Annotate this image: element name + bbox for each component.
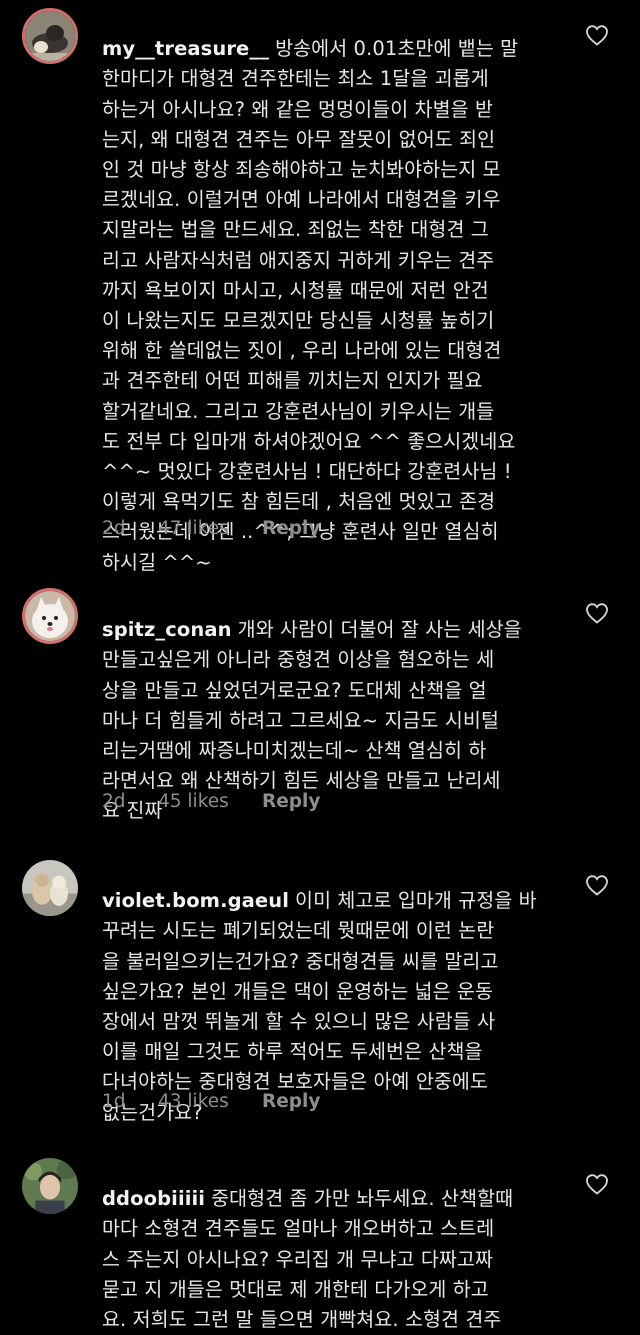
- avatar-dog-image: [25, 11, 75, 61]
- avatar[interactable]: [22, 860, 78, 916]
- avatar-dogs-outdoor-image: [22, 860, 78, 916]
- avatar[interactable]: [22, 1158, 78, 1214]
- comment-username[interactable]: spitz_conan: [102, 618, 232, 641]
- comment-time: 1d: [102, 1091, 126, 1112]
- heart-outline-icon[interactable]: [585, 1173, 609, 1195]
- comment-likes[interactable]: 47 likes: [158, 518, 262, 539]
- comment-time: 2d: [102, 518, 126, 539]
- reply-button[interactable]: Reply: [262, 1091, 320, 1112]
- heart-outline-icon[interactable]: [585, 602, 609, 624]
- comment-meta: 2d 45 likes Reply: [102, 791, 320, 812]
- comment-text: 이미 체고로 입마개 규정을 바 꾸려는 시도는 폐기되었는데 뭣때문에 이런 …: [102, 889, 537, 1124]
- comment-meta: 1d 43 likes Reply: [102, 1091, 320, 1112]
- reply-button[interactable]: Reply: [262, 791, 320, 812]
- heart-outline-icon[interactable]: [585, 24, 609, 46]
- avatar-person-image: [22, 1158, 78, 1214]
- comment-text: 방송에서 0.01초만에 뱉는 말 한마디가 대형견 견주한테는 최소 1달을 …: [102, 37, 519, 574]
- comment-username[interactable]: violet.bom.gaeul: [102, 889, 289, 912]
- reply-button[interactable]: Reply: [262, 518, 320, 539]
- avatar[interactable]: [22, 588, 78, 644]
- comment-username[interactable]: my__treasure__: [102, 37, 269, 60]
- avatar-spitz-image: [25, 591, 75, 641]
- comment-meta: 2d 47 likes Reply: [102, 518, 320, 539]
- heart-outline-icon[interactable]: [585, 874, 609, 896]
- avatar[interactable]: [22, 8, 78, 64]
- comment-likes[interactable]: 43 likes: [158, 1091, 262, 1112]
- comment-time: 2d: [102, 791, 126, 812]
- comment-likes[interactable]: 45 likes: [158, 791, 262, 812]
- comment-username[interactable]: ddoobiiiii: [102, 1187, 205, 1210]
